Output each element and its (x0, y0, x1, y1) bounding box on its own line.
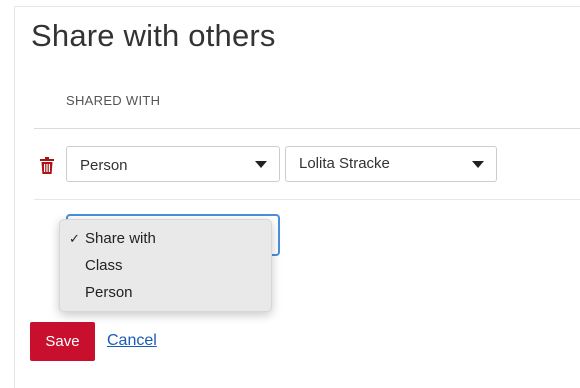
share-type-dropdown-menu: ✓ Share with Class Person (59, 219, 272, 312)
option-label: Person (85, 284, 133, 301)
dropdown-option-person[interactable]: Person (60, 280, 271, 307)
share-type-select[interactable]: Person (66, 146, 280, 182)
checkmark-icon: ✓ (69, 231, 80, 246)
share-type-value: Person (80, 157, 128, 174)
dropdown-option-class[interactable]: Class (60, 253, 271, 280)
cancel-link[interactable]: Cancel (107, 332, 157, 350)
shared-with-heading: SHARED WITH (66, 93, 161, 108)
caret-down-icon (255, 161, 267, 168)
divider (34, 199, 580, 200)
option-label: Share with (85, 230, 156, 247)
option-label: Class (85, 257, 123, 274)
divider (34, 128, 580, 129)
dropdown-option-share-with[interactable]: ✓ Share with (60, 226, 271, 253)
trash-icon[interactable] (40, 157, 54, 174)
caret-down-icon (472, 161, 484, 168)
share-panel (14, 6, 580, 388)
save-button[interactable]: Save (30, 322, 95, 361)
page-title: Share with others (31, 18, 276, 53)
person-select[interactable]: Lolita Stracke (285, 146, 497, 182)
person-value: Lolita Stracke (299, 155, 390, 172)
